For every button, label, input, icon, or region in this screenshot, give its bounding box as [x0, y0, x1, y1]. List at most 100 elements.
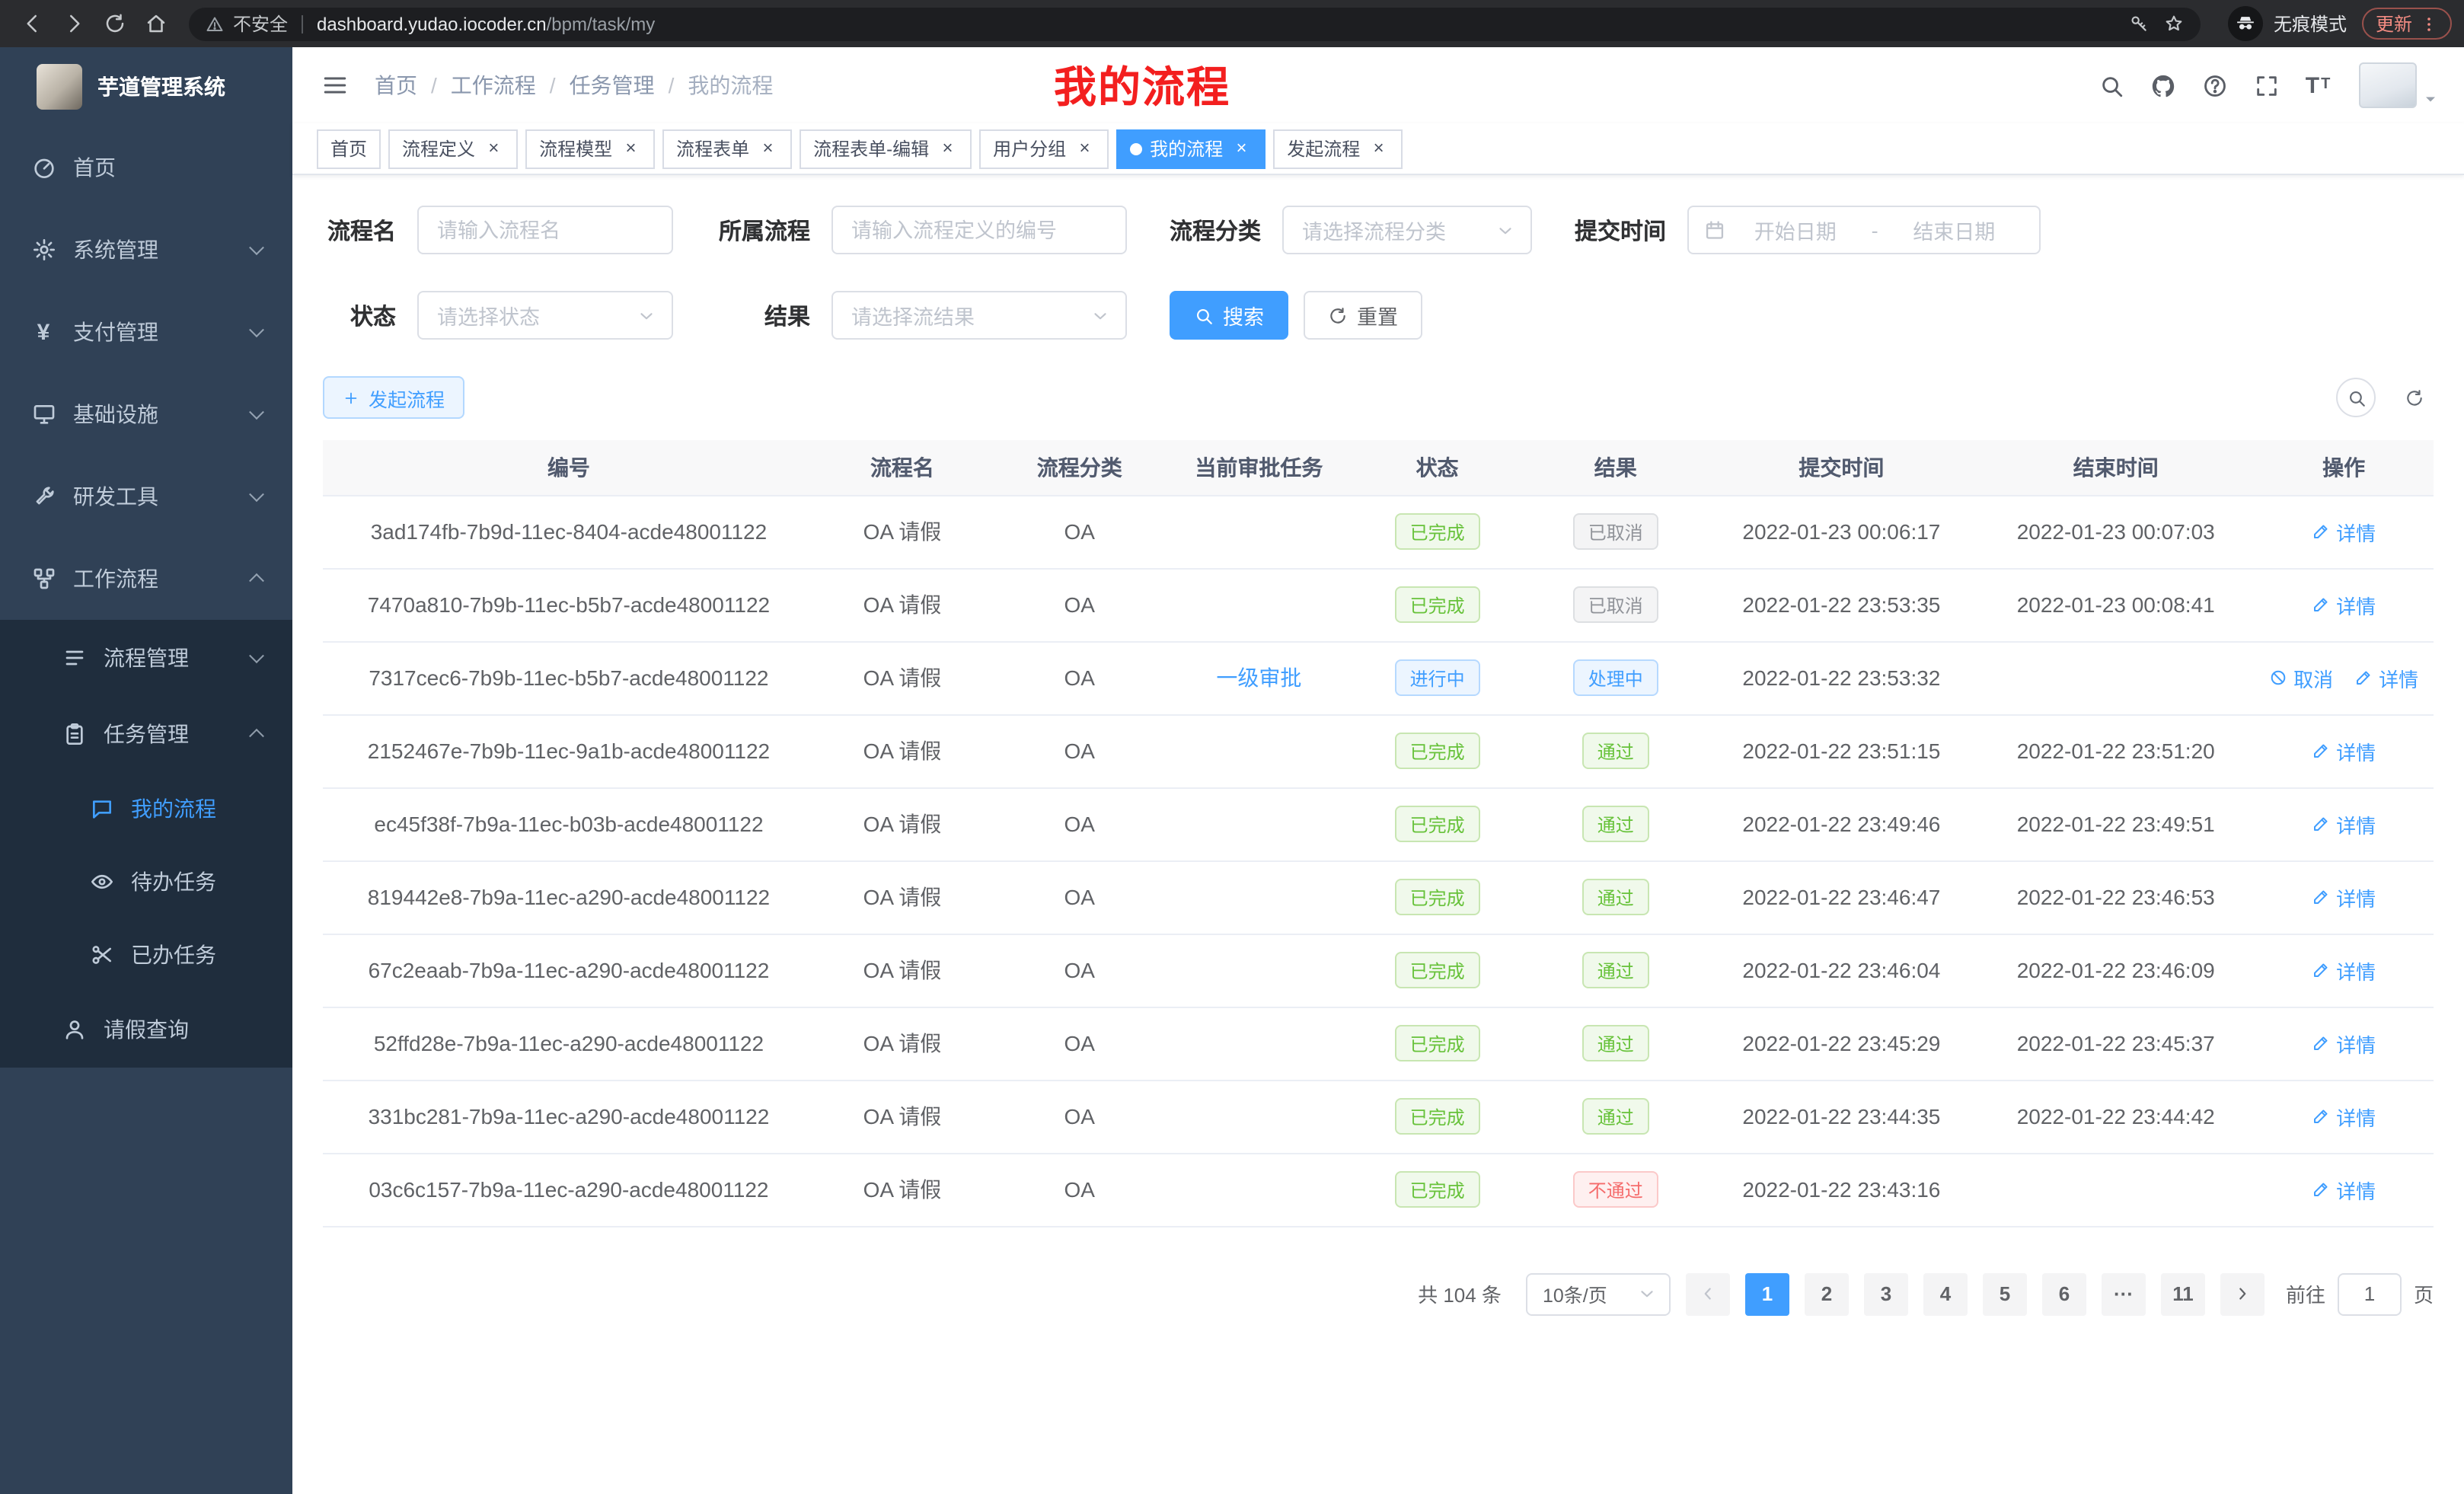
search-icon[interactable] — [2091, 65, 2130, 105]
table-row: ec45f38f-7b9a-11ec-b03b-acde48001122OA 请… — [323, 787, 2434, 860]
next-page-button[interactable] — [2220, 1272, 2265, 1315]
detail-link[interactable]: 详情 — [2312, 1102, 2376, 1131]
current-task-link[interactable]: 一级审批 — [1216, 666, 1301, 690]
address-bar[interactable]: 不安全 dashboard.yudao.iocoder.cn/bpm/task/… — [189, 7, 2201, 40]
chevron-down-icon — [249, 648, 264, 663]
detail-link[interactable]: 详情 — [2312, 809, 2376, 838]
sidebar-item-dev-tools[interactable]: 研发工具 — [0, 455, 292, 538]
cell-process-name: OA 请假 — [815, 641, 990, 714]
hamburger-icon[interactable] — [317, 67, 353, 104]
cell-status: 已完成 — [1348, 860, 1526, 934]
page-button-1[interactable]: 1 — [1745, 1272, 1789, 1315]
detail-link[interactable]: 详情 — [2312, 883, 2376, 911]
sidebar-item-home[interactable]: 首页 — [0, 126, 292, 209]
status-placeholder: 请选择状态 — [437, 300, 637, 330]
breadcrumb-workflow[interactable]: 工作流程 — [451, 70, 536, 101]
start-date-placeholder[interactable]: 开始日期 — [1725, 215, 1866, 245]
kebab-menu-icon[interactable] — [2420, 14, 2438, 33]
detail-link[interactable]: 详情 — [2312, 956, 2376, 985]
close-icon[interactable]: × — [483, 138, 504, 159]
fullscreen-icon[interactable] — [2246, 65, 2286, 105]
page-button-2[interactable]: 2 — [1805, 1272, 1849, 1315]
github-icon[interactable] — [2143, 65, 2182, 105]
tab-process-definition[interactable]: 流程定义× — [388, 129, 518, 168]
category-select[interactable]: 请选择流程分类 — [1282, 206, 1532, 254]
page-button-5[interactable]: 5 — [1983, 1272, 2027, 1315]
detail-link[interactable]: 详情 — [2312, 517, 2376, 546]
tab-home[interactable]: 首页 — [317, 129, 381, 168]
page-button-11[interactable]: 11 — [2161, 1272, 2205, 1315]
detail-link[interactable]: 详情 — [2354, 663, 2418, 692]
incognito-badge: 无痕模式 — [2228, 6, 2347, 41]
total-count: 共 104 条 — [1418, 1279, 1502, 1308]
column-header-submit-time: 提交时间 — [1706, 440, 1978, 495]
question-icon[interactable] — [2194, 65, 2234, 105]
cancel-link[interactable]: 取消 — [2269, 663, 2333, 692]
prev-page-button[interactable] — [1686, 1272, 1730, 1315]
star-icon[interactable] — [2164, 14, 2184, 34]
detail-link[interactable]: 详情 — [2312, 736, 2376, 765]
key-icon[interactable] — [2129, 14, 2149, 34]
table-row: 3ad174fb-7b9d-11ec-8404-acde48001122OA 请… — [323, 495, 2434, 568]
start-process-button[interactable]: 发起流程 — [323, 376, 464, 419]
close-icon[interactable]: × — [1230, 138, 1252, 159]
close-icon[interactable]: × — [1368, 138, 1389, 159]
detail-link[interactable]: 详情 — [2312, 1175, 2376, 1204]
user-avatar-menu[interactable] — [2359, 62, 2440, 108]
breadcrumb-task-management[interactable]: 任务管理 — [570, 70, 655, 101]
tab-process-model[interactable]: 流程模型× — [525, 129, 655, 168]
sidebar-item-label: 待办任务 — [131, 867, 216, 897]
gear-icon — [30, 237, 56, 263]
page-button-3[interactable]: 3 — [1864, 1272, 1908, 1315]
process-def-input[interactable] — [831, 206, 1127, 254]
avatar[interactable] — [2359, 62, 2417, 108]
sidebar-item-label: 系统管理 — [73, 235, 158, 265]
sidebar-item-leave-query[interactable]: 请假查询 — [0, 991, 292, 1068]
tab-process-form-edit[interactable]: 流程表单-编辑× — [800, 129, 972, 168]
goto-page-input[interactable] — [2338, 1272, 2402, 1315]
sidebar-item-my-process[interactable]: 我的流程 — [0, 772, 292, 845]
table-search-button[interactable] — [2336, 378, 2376, 417]
tab-start-process[interactable]: 发起流程× — [1273, 129, 1403, 168]
sidebar-item-infrastructure[interactable]: 基础设施 — [0, 373, 292, 455]
browser-update-button[interactable]: 更新 — [2362, 8, 2452, 40]
search-button[interactable]: 搜索 — [1170, 291, 1288, 340]
date-range-picker[interactable]: 开始日期 - 结束日期 — [1687, 206, 2041, 254]
pager-more[interactable]: ··· — [2102, 1272, 2146, 1315]
page-button-6[interactable]: 6 — [2042, 1272, 2086, 1315]
forward-icon[interactable] — [53, 4, 94, 43]
process-name-input[interactable] — [417, 206, 673, 254]
detail-link[interactable]: 详情 — [2312, 1029, 2376, 1058]
close-icon[interactable]: × — [1074, 138, 1095, 159]
home-icon[interactable] — [136, 4, 177, 43]
sidebar-item-workflow[interactable]: 工作流程 — [0, 538, 292, 620]
sidebar-item-payment-management[interactable]: ¥支付管理 — [0, 291, 292, 373]
close-icon[interactable]: × — [937, 138, 958, 159]
sidebar-item-todo-tasks[interactable]: 待办任务 — [0, 845, 292, 918]
page-size-select[interactable]: 10条/页 — [1526, 1272, 1671, 1315]
result-select[interactable]: 请选择流结果 — [831, 291, 1127, 340]
tab-process-form[interactable]: 流程表单× — [662, 129, 792, 168]
breadcrumb-home[interactable]: 首页 — [375, 70, 417, 101]
fontsize-icon[interactable]: TT — [2298, 65, 2338, 105]
reset-button[interactable]: 重置 — [1304, 291, 1422, 340]
tab-user-group[interactable]: 用户分组× — [979, 129, 1109, 168]
close-icon[interactable]: × — [757, 138, 778, 159]
sidebar-item-task-management[interactable]: 任务管理 — [0, 696, 292, 772]
table-refresh-button[interactable] — [2394, 378, 2434, 417]
sidebar-item-system-management[interactable]: 系统管理 — [0, 209, 292, 291]
reload-icon[interactable] — [94, 4, 136, 43]
sidebar-item-done-tasks[interactable]: 已办任务 — [0, 918, 292, 991]
page-button-4[interactable]: 4 — [1923, 1272, 1968, 1315]
column-header-end-time: 结束时间 — [1977, 440, 2254, 495]
back-icon[interactable] — [12, 4, 53, 43]
sidebar-item-label: 支付管理 — [73, 317, 158, 347]
status-select[interactable]: 请选择状态 — [417, 291, 673, 340]
tab-my-process[interactable]: 我的流程× — [1116, 129, 1266, 168]
close-icon[interactable]: × — [620, 138, 641, 159]
detail-link[interactable]: 详情 — [2312, 590, 2376, 619]
workflow-icon — [30, 566, 56, 592]
sidebar-item-process-management[interactable]: 流程管理 — [0, 620, 292, 696]
app-logo[interactable]: 芋道管理系统 — [0, 47, 292, 126]
end-date-placeholder[interactable]: 结束日期 — [1885, 215, 2025, 245]
